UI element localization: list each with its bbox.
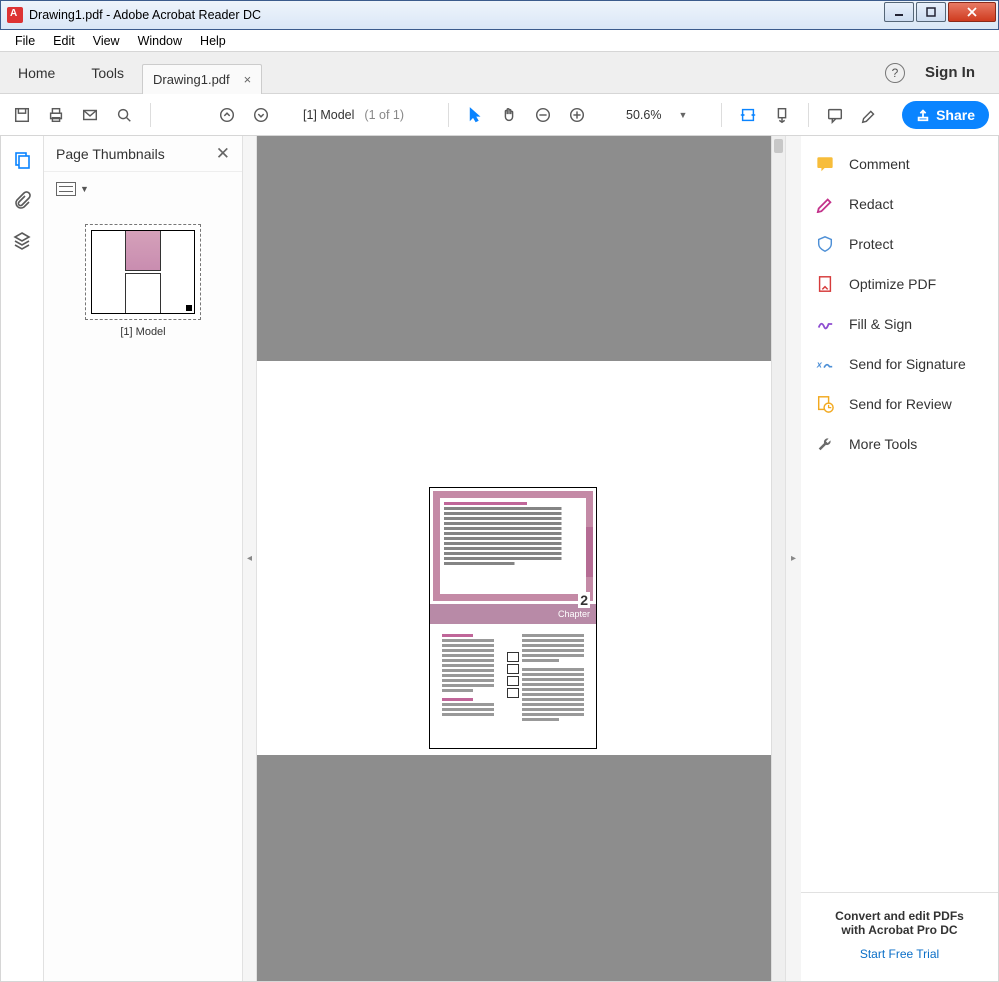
page-count: (1 of 1) bbox=[364, 108, 404, 122]
zoom-dropdown-icon[interactable]: ▼ bbox=[678, 110, 687, 120]
selection-arrow-icon[interactable] bbox=[463, 103, 487, 127]
share-label: Share bbox=[936, 107, 975, 123]
page-scroll-icon[interactable] bbox=[770, 103, 794, 127]
page-background: 2 Chapter bbox=[257, 361, 771, 755]
menu-file[interactable]: File bbox=[6, 32, 44, 50]
page-up-icon[interactable] bbox=[215, 103, 239, 127]
tab-close-icon[interactable]: × bbox=[244, 72, 252, 87]
email-icon[interactable] bbox=[78, 103, 102, 127]
thumbnail-caption: [1] Model bbox=[120, 326, 165, 338]
pdf-page: 2 Chapter bbox=[429, 487, 597, 749]
chapter-number: 2 bbox=[578, 592, 590, 608]
thumbnails-rail-icon[interactable] bbox=[12, 150, 32, 170]
tool-more-tools[interactable]: More Tools bbox=[815, 434, 984, 454]
share-button[interactable]: Share bbox=[902, 101, 989, 129]
send-review-icon bbox=[815, 394, 835, 414]
thumbnails-options-icon[interactable] bbox=[56, 182, 76, 196]
menu-view[interactable]: View bbox=[84, 32, 129, 50]
separator bbox=[808, 103, 809, 127]
vertical-scrollbar[interactable] bbox=[771, 136, 785, 981]
separator bbox=[721, 103, 722, 127]
signature-icon bbox=[815, 314, 835, 334]
optimize-pdf-icon bbox=[815, 274, 835, 294]
thumbnails-options-dropdown-icon[interactable]: ▼ bbox=[80, 184, 89, 194]
tool-label: Send for Signature bbox=[849, 356, 966, 372]
tab-strip: Home Tools Drawing1.pdf × ? Sign In bbox=[0, 52, 999, 94]
document-canvas[interactable]: 2 Chapter bbox=[257, 136, 785, 981]
tab-home[interactable]: Home bbox=[0, 52, 73, 93]
tab-document[interactable]: Drawing1.pdf × bbox=[142, 64, 262, 94]
share-upload-icon bbox=[916, 108, 930, 122]
separator bbox=[448, 103, 449, 127]
separator bbox=[150, 103, 151, 127]
page-thumbnail[interactable] bbox=[85, 224, 201, 320]
tool-label: More Tools bbox=[849, 436, 917, 452]
print-icon[interactable] bbox=[44, 103, 68, 127]
close-window-button[interactable] bbox=[948, 2, 996, 22]
tool-comment[interactable]: Comment bbox=[815, 154, 984, 174]
tool-redact[interactable]: Redact bbox=[815, 194, 984, 214]
maximize-button[interactable] bbox=[916, 2, 946, 22]
trial-promo: Convert and edit PDFs with Acrobat Pro D… bbox=[801, 892, 998, 981]
tool-label: Fill & Sign bbox=[849, 316, 912, 332]
tool-label: Send for Review bbox=[849, 396, 952, 412]
tool-label: Optimize PDF bbox=[849, 276, 936, 292]
highlight-pen-icon[interactable] bbox=[857, 103, 881, 127]
trial-line1: Convert and edit PDFs bbox=[811, 909, 988, 923]
tab-document-label: Drawing1.pdf bbox=[153, 72, 230, 87]
tool-fill-sign[interactable]: Fill & Sign bbox=[815, 314, 984, 334]
sign-in-button[interactable]: Sign In bbox=[925, 64, 975, 81]
scrollbar-thumb[interactable] bbox=[774, 139, 783, 153]
left-navigation-rail bbox=[1, 136, 44, 981]
minimize-button[interactable] bbox=[884, 2, 914, 22]
window-title: Drawing1.pdf - Adobe Acrobat Reader DC bbox=[29, 8, 884, 22]
chapter-label: Chapter bbox=[558, 609, 590, 619]
chevron-right-icon: ▸ bbox=[791, 553, 796, 564]
menu-bar: File Edit View Window Help bbox=[0, 30, 999, 52]
save-icon[interactable] bbox=[10, 103, 34, 127]
page-label[interactable]: [1] Model bbox=[303, 108, 354, 122]
left-splitter[interactable]: ◂ bbox=[243, 136, 257, 981]
menu-window[interactable]: Window bbox=[129, 32, 191, 50]
right-splitter[interactable]: ▸ bbox=[785, 136, 801, 981]
chevron-left-icon: ◂ bbox=[247, 553, 252, 564]
svg-text:x: x bbox=[816, 360, 823, 370]
search-icon[interactable] bbox=[112, 103, 136, 127]
thumbnails-title: Page Thumbnails bbox=[56, 146, 216, 162]
zoom-out-icon[interactable] bbox=[531, 103, 555, 127]
tool-send-review[interactable]: Send for Review bbox=[815, 394, 984, 414]
redact-icon bbox=[815, 194, 835, 214]
comment-icon bbox=[815, 154, 835, 174]
hand-pan-icon[interactable] bbox=[497, 103, 521, 127]
tab-tools[interactable]: Tools bbox=[73, 52, 142, 93]
attachments-rail-icon[interactable] bbox=[12, 190, 32, 210]
thumbnails-close-icon[interactable]: ✕ bbox=[216, 144, 230, 164]
zoom-in-icon[interactable] bbox=[565, 103, 589, 127]
tool-label: Protect bbox=[849, 236, 893, 252]
wrench-icon bbox=[815, 434, 835, 454]
menu-help[interactable]: Help bbox=[191, 32, 235, 50]
help-icon[interactable]: ? bbox=[885, 63, 905, 83]
tool-send-signature[interactable]: x Send for Signature bbox=[815, 354, 984, 374]
toolbar: [1] Model (1 of 1) 50.6% ▼ Share bbox=[0, 94, 999, 136]
trial-link[interactable]: Start Free Trial bbox=[811, 947, 988, 961]
app-icon bbox=[7, 7, 23, 23]
layers-rail-icon[interactable] bbox=[12, 230, 32, 250]
trial-line2: with Acrobat Pro DC bbox=[811, 923, 988, 937]
page-down-icon[interactable] bbox=[249, 103, 273, 127]
tool-label: Redact bbox=[849, 196, 893, 212]
shield-icon bbox=[815, 234, 835, 254]
comment-annot-icon[interactable] bbox=[823, 103, 847, 127]
workspace: Page Thumbnails ✕ ▼ [1] Model ◂ bbox=[0, 136, 999, 982]
tool-optimize[interactable]: Optimize PDF bbox=[815, 274, 984, 294]
fit-width-icon[interactable] bbox=[736, 103, 760, 127]
zoom-value[interactable]: 50.6% bbox=[619, 105, 668, 125]
tool-protect[interactable]: Protect bbox=[815, 234, 984, 254]
thumbnails-panel: Page Thumbnails ✕ ▼ [1] Model bbox=[44, 136, 243, 981]
window-titlebar: Drawing1.pdf - Adobe Acrobat Reader DC bbox=[0, 0, 999, 30]
tool-label: Comment bbox=[849, 156, 910, 172]
menu-edit[interactable]: Edit bbox=[44, 32, 84, 50]
send-signature-icon: x bbox=[815, 354, 835, 374]
tools-panel: Comment Redact Protect Optimize PDF Fill… bbox=[801, 136, 998, 981]
